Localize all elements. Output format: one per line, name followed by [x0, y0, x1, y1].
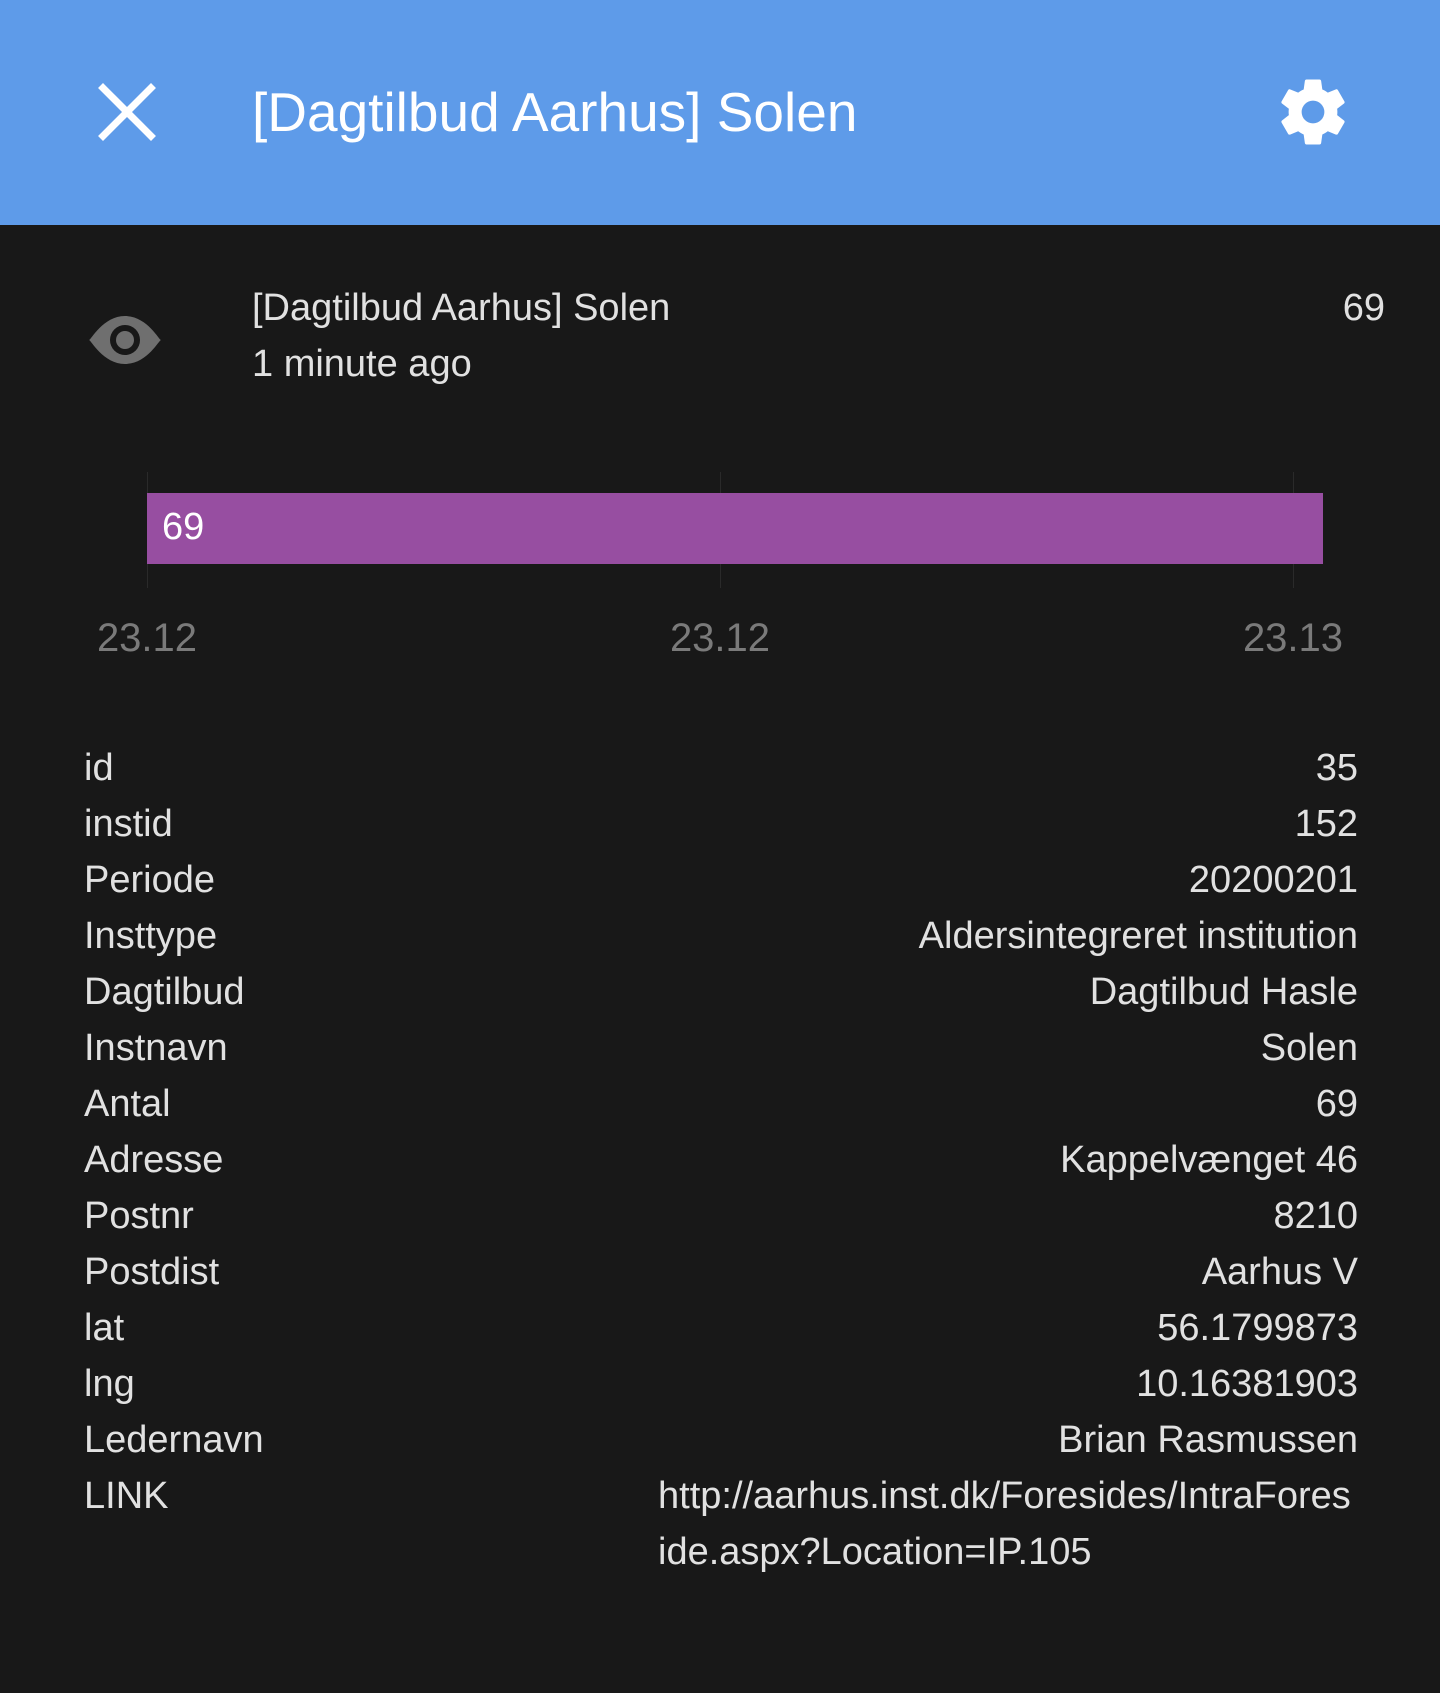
attribute-row: Antal 69 — [84, 1076, 1358, 1132]
attributes-table: id 35 instid 152 Periode 20200201 Instty… — [84, 740, 1358, 1580]
dialog-header: [Dagtilbud Aarhus] Solen — [0, 0, 1440, 225]
attribute-value: 10.16381903 — [1136, 1363, 1358, 1405]
attribute-key: Postdist — [84, 1251, 220, 1293]
attribute-value: 20200201 — [1188, 859, 1358, 901]
attribute-value: Solen — [1260, 1027, 1358, 1069]
attribute-key: Antal — [84, 1083, 171, 1125]
attribute-key: Dagtilbud — [84, 971, 245, 1013]
timeline-axis-label: 23.12 — [96, 616, 198, 660]
attribute-value: 56.1799873 — [1157, 1307, 1358, 1349]
attribute-key: Insttype — [84, 915, 218, 957]
attribute-key: lat — [84, 1307, 125, 1349]
timeline-bar-label: 69 — [162, 506, 205, 548]
attribute-row: Insttype Aldersintegreret institution — [84, 908, 1358, 964]
attribute-row: Ledernavn Brian Rasmussen — [84, 1412, 1358, 1468]
attribute-value: Aarhus V — [1201, 1251, 1358, 1293]
attribute-key: Instnavn — [84, 1027, 228, 1069]
dialog-title: [Dagtilbud Aarhus] Solen — [252, 81, 858, 143]
close-button[interactable] — [85, 70, 169, 154]
attribute-row: Adresse Kappelvænget 46 — [84, 1132, 1358, 1188]
attribute-value: 69 — [1315, 1083, 1358, 1125]
attribute-value: Dagtilbud Hasle — [1089, 971, 1358, 1013]
timeline-axis-label: 23.13 — [1242, 616, 1344, 660]
attribute-row: id 35 — [84, 740, 1358, 796]
entity-last-changed: 1 minute ago — [252, 343, 472, 385]
attribute-link-value[interactable]: http://aarhus.inst.dk/Foresides/IntraFor… — [658, 1468, 1358, 1580]
attribute-value: Brian Rasmussen — [1058, 1419, 1358, 1461]
attribute-key: Postnr — [84, 1195, 194, 1237]
timeline-bar[interactable] — [147, 493, 1323, 564]
attribute-row: Dagtilbud Dagtilbud Hasle — [84, 964, 1358, 1020]
attribute-row: Periode 20200201 — [84, 852, 1358, 908]
attribute-row: LINK http://aarhus.inst.dk/Foresides/Int… — [84, 1468, 1358, 1580]
attribute-value: Kappelvænget 46 — [1060, 1139, 1358, 1181]
attribute-row: Postdist Aarhus V — [84, 1244, 1358, 1300]
attribute-row: Postnr 8210 — [84, 1188, 1358, 1244]
settings-button[interactable] — [1274, 73, 1352, 151]
attribute-value: 152 — [1294, 803, 1358, 845]
close-icon — [98, 83, 156, 141]
attribute-key: lng — [84, 1363, 135, 1405]
attribute-key: Ledernavn — [84, 1419, 264, 1461]
attribute-key: LINK — [84, 1475, 169, 1517]
attribute-value: Aldersintegreret institution — [918, 915, 1358, 957]
attribute-row: lng 10.16381903 — [84, 1356, 1358, 1412]
attribute-key: Adresse — [84, 1139, 224, 1181]
attribute-key: Periode — [84, 859, 215, 901]
entity-state: 69 — [1342, 287, 1385, 329]
attribute-row: instid 152 — [84, 796, 1358, 852]
entity-name[interactable]: [Dagtilbud Aarhus] Solen — [252, 284, 670, 332]
attribute-value: 8210 — [1273, 1195, 1358, 1237]
attribute-value: 35 — [1315, 747, 1358, 789]
attribute-key: instid — [84, 803, 173, 845]
eye-icon — [85, 308, 165, 372]
attribute-row: lat 56.1799873 — [84, 1300, 1358, 1356]
gear-icon — [1281, 79, 1345, 145]
timeline-axis-label: 23.12 — [669, 616, 771, 660]
attribute-key: id — [84, 747, 114, 789]
attribute-row: Instnavn Solen — [84, 1020, 1358, 1076]
